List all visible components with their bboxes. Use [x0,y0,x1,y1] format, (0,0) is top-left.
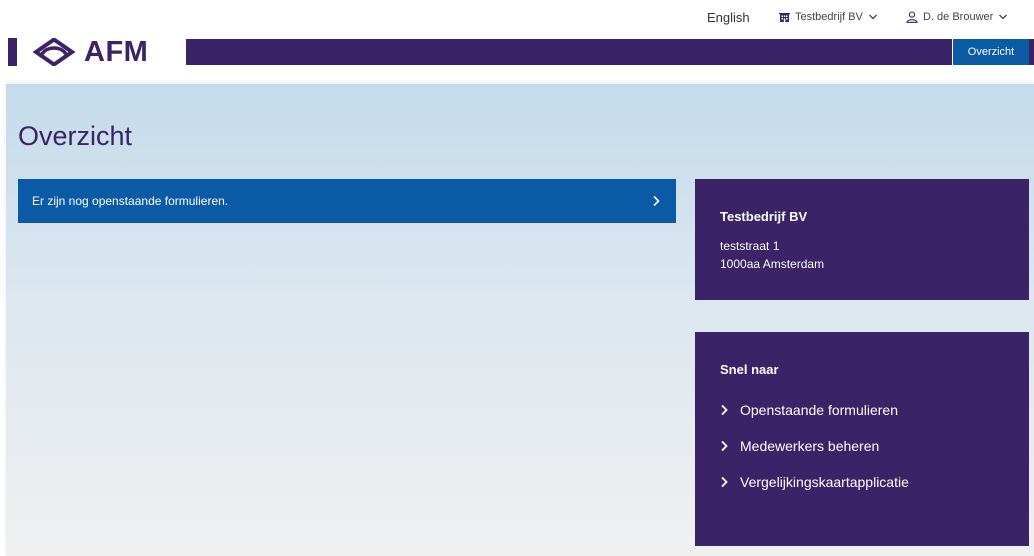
open-forms-notice-text: Er zijn nog openstaande formulieren. [32,194,229,208]
afm-logo-icon [32,37,76,67]
brand-accent-block [8,38,17,66]
building-icon [779,12,790,23]
language-switch[interactable]: English [707,10,750,25]
afm-logo-text: AFM [84,36,149,68]
page-title: Overzicht [18,121,133,151]
brand-bar: AFM Overzicht [0,36,1034,68]
user-icon [906,11,918,23]
main-content: Overzicht Er zijn nog openstaande formul… [6,84,1034,556]
chevron-down-icon [868,13,878,21]
open-forms-notice[interactable]: Er zijn nog openstaande formulieren. [18,179,676,223]
brand-stripe [186,39,952,65]
company-card: Testbedrijf BV teststraat 1 1000aa Amste… [695,179,1029,300]
company-street: teststraat 1 [720,239,780,253]
quick-link-label: Medewerkers beheren [740,437,880,454]
quick-link-label: Vergelijkingskaartapplicatie [740,473,909,490]
quick-links-card: Snel naar Openstaande formulieren Medewe… [695,332,1029,546]
chevron-right-icon [720,404,728,416]
quick-links-title: Snel naar [720,362,779,377]
nav-overzicht[interactable]: Overzicht [953,39,1029,65]
quick-link-comparison-app[interactable]: Vergelijkingskaartapplicatie [720,471,1004,492]
user-menu-label: D. de Brouwer [923,11,994,23]
chevron-down-icon [998,13,1008,21]
chevron-right-icon [652,195,660,207]
user-menu[interactable]: D. de Brouwer [906,11,1008,23]
quick-link-manage-employees[interactable]: Medewerkers beheren [720,435,1004,456]
chevron-right-icon [720,440,728,452]
quick-link-label: Openstaande formulieren [740,401,898,418]
company-selector[interactable]: Testbedrijf BV [779,11,878,23]
afm-logo[interactable]: AFM [32,36,149,68]
quick-link-open-forms[interactable]: Openstaande formulieren [720,399,1004,420]
top-utility-bar: English Testbedrijf BV D. de Brouwer [0,0,1034,36]
company-name: Testbedrijf BV [720,209,808,224]
brand-accent-block [1029,39,1034,65]
company-selector-label: Testbedrijf BV [795,11,863,23]
chevron-right-icon [720,476,728,488]
company-city: 1000aa Amsterdam [720,257,825,271]
